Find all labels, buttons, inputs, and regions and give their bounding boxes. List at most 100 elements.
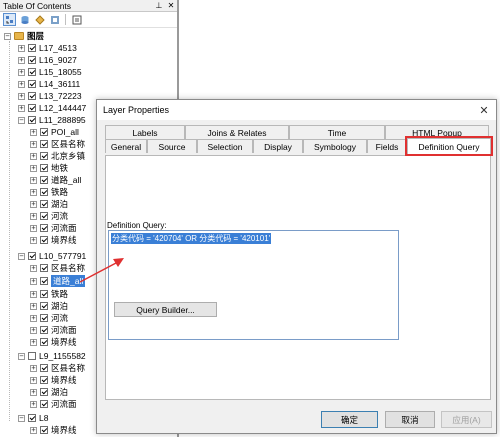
visibility-checkbox[interactable]: [40, 224, 48, 232]
layer-item[interactable]: + 河流面: [30, 222, 77, 234]
layer-group[interactable]: − L9_1155582: [18, 350, 86, 362]
layer-item[interactable]: + 地铁: [30, 162, 68, 174]
tab-general[interactable]: General: [105, 139, 147, 153]
collapse-icon[interactable]: −: [18, 116, 25, 124]
visibility-checkbox[interactable]: [40, 426, 48, 434]
layer-item[interactable]: + 河流面: [30, 324, 77, 336]
expand-icon[interactable]: +: [30, 290, 37, 298]
layer-group[interactable]: − L10_577791: [18, 250, 86, 262]
expand-icon[interactable]: +: [30, 338, 37, 346]
layer-item[interactable]: + 河流: [30, 312, 68, 324]
expand-icon[interactable]: +: [30, 128, 37, 136]
layer-item-selected[interactable]: + 道路_all: [30, 275, 86, 287]
expand-icon[interactable]: +: [30, 188, 37, 196]
expand-icon[interactable]: +: [30, 388, 37, 396]
visibility-checkbox[interactable]: [40, 364, 48, 372]
layer-item[interactable]: + 河流: [30, 210, 68, 222]
expand-icon[interactable]: +: [30, 277, 37, 285]
visibility-checkbox[interactable]: [28, 104, 36, 112]
expand-icon[interactable]: +: [18, 68, 25, 76]
tab-joins-relates[interactable]: Joins & Relates: [185, 125, 289, 139]
layer-group[interactable]: + L17_4513: [18, 42, 77, 54]
visibility-checkbox[interactable]: [40, 140, 48, 148]
expand-icon[interactable]: +: [30, 236, 37, 244]
visibility-checkbox[interactable]: [40, 302, 48, 310]
ok-button[interactable]: 确定: [321, 411, 378, 428]
visibility-checkbox[interactable]: [40, 152, 48, 160]
expand-icon[interactable]: +: [30, 364, 37, 372]
collapse-icon[interactable]: −: [18, 414, 25, 422]
pin-icon[interactable]: ⊥: [153, 1, 165, 10]
visibility-checkbox[interactable]: [40, 277, 48, 285]
layer-group[interactable]: − L8: [18, 412, 48, 424]
collapse-icon[interactable]: −: [18, 352, 25, 360]
visibility-checkbox[interactable]: [40, 164, 48, 172]
expand-icon[interactable]: +: [30, 426, 37, 434]
list-by-source-icon[interactable]: [18, 13, 31, 26]
layer-item[interactable]: + 北京乡镇: [30, 150, 85, 162]
close-icon[interactable]: ✕: [472, 104, 496, 117]
definition-query-textarea[interactable]: 分类代码 = '420704' OR 分类代码 = '420101': [108, 230, 399, 340]
visibility-checkbox[interactable]: [28, 352, 36, 360]
options-icon[interactable]: [70, 13, 83, 26]
visibility-checkbox[interactable]: [40, 290, 48, 298]
expand-icon[interactable]: +: [18, 56, 25, 64]
expand-icon[interactable]: +: [30, 400, 37, 408]
expand-icon[interactable]: +: [30, 224, 37, 232]
tab-source[interactable]: Source: [147, 139, 197, 153]
list-by-selection-icon[interactable]: [48, 13, 61, 26]
layer-item[interactable]: + 河流面: [30, 398, 77, 410]
close-icon[interactable]: ✕: [165, 1, 177, 10]
tab-time[interactable]: Time: [289, 125, 385, 139]
layer-item[interactable]: + 道路_all: [30, 174, 81, 186]
expand-icon[interactable]: +: [30, 212, 37, 220]
layer-item[interactable]: + 境界线: [30, 336, 77, 348]
visibility-checkbox[interactable]: [40, 200, 48, 208]
layer-item[interactable]: + 境界线: [30, 374, 77, 386]
visibility-checkbox[interactable]: [40, 326, 48, 334]
expand-icon[interactable]: +: [30, 326, 37, 334]
visibility-checkbox[interactable]: [28, 56, 36, 64]
layer-group[interactable]: + L15_18055: [18, 66, 82, 78]
layer-item[interactable]: + 区县名称: [30, 262, 85, 274]
layer-item[interactable]: + 湖泊: [30, 300, 68, 312]
expand-icon[interactable]: +: [18, 104, 25, 112]
visibility-checkbox[interactable]: [40, 264, 48, 272]
expand-icon[interactable]: +: [30, 376, 37, 384]
list-by-visibility-icon[interactable]: [33, 13, 46, 26]
layer-group[interactable]: + L13_72223: [18, 90, 82, 102]
layer-item[interactable]: + 湖泊: [30, 386, 68, 398]
visibility-checkbox[interactable]: [40, 388, 48, 396]
expand-icon[interactable]: +: [30, 176, 37, 184]
expand-icon[interactable]: +: [30, 200, 37, 208]
visibility-checkbox[interactable]: [40, 176, 48, 184]
tab-display[interactable]: Display: [253, 139, 303, 153]
layer-group[interactable]: + L14_36111: [18, 78, 80, 90]
layer-item[interactable]: + 铁路: [30, 288, 68, 300]
expand-icon[interactable]: +: [30, 302, 37, 310]
visibility-checkbox[interactable]: [28, 252, 36, 260]
expand-icon[interactable]: +: [30, 152, 37, 160]
collapse-icon[interactable]: −: [18, 252, 25, 260]
layer-group[interactable]: + L12_144447: [18, 102, 86, 114]
layer-item[interactable]: + POI_all: [30, 126, 79, 138]
layer-group[interactable]: − L11_288895: [18, 114, 86, 126]
layer-item[interactable]: + 境界线: [30, 234, 77, 246]
layer-group[interactable]: + L16_9027: [18, 54, 77, 66]
tab-selection[interactable]: Selection: [197, 139, 253, 153]
list-by-drawing-order-icon[interactable]: [3, 13, 16, 26]
layer-item[interactable]: + 湖泊: [30, 198, 68, 210]
cancel-button[interactable]: 取消: [385, 411, 435, 428]
expand-icon[interactable]: +: [18, 80, 25, 88]
expand-icon[interactable]: +: [30, 164, 37, 172]
visibility-checkbox[interactable]: [28, 80, 36, 88]
expand-icon[interactable]: +: [18, 44, 25, 52]
layer-item[interactable]: + 境界线: [30, 424, 77, 436]
visibility-checkbox[interactable]: [40, 376, 48, 384]
layer-item[interactable]: + 铁路: [30, 186, 68, 198]
tab-labels[interactable]: Labels: [105, 125, 185, 139]
expand-icon[interactable]: +: [18, 92, 25, 100]
tab-fields[interactable]: Fields: [367, 139, 407, 153]
visibility-checkbox[interactable]: [40, 338, 48, 346]
expand-icon[interactable]: +: [30, 264, 37, 272]
